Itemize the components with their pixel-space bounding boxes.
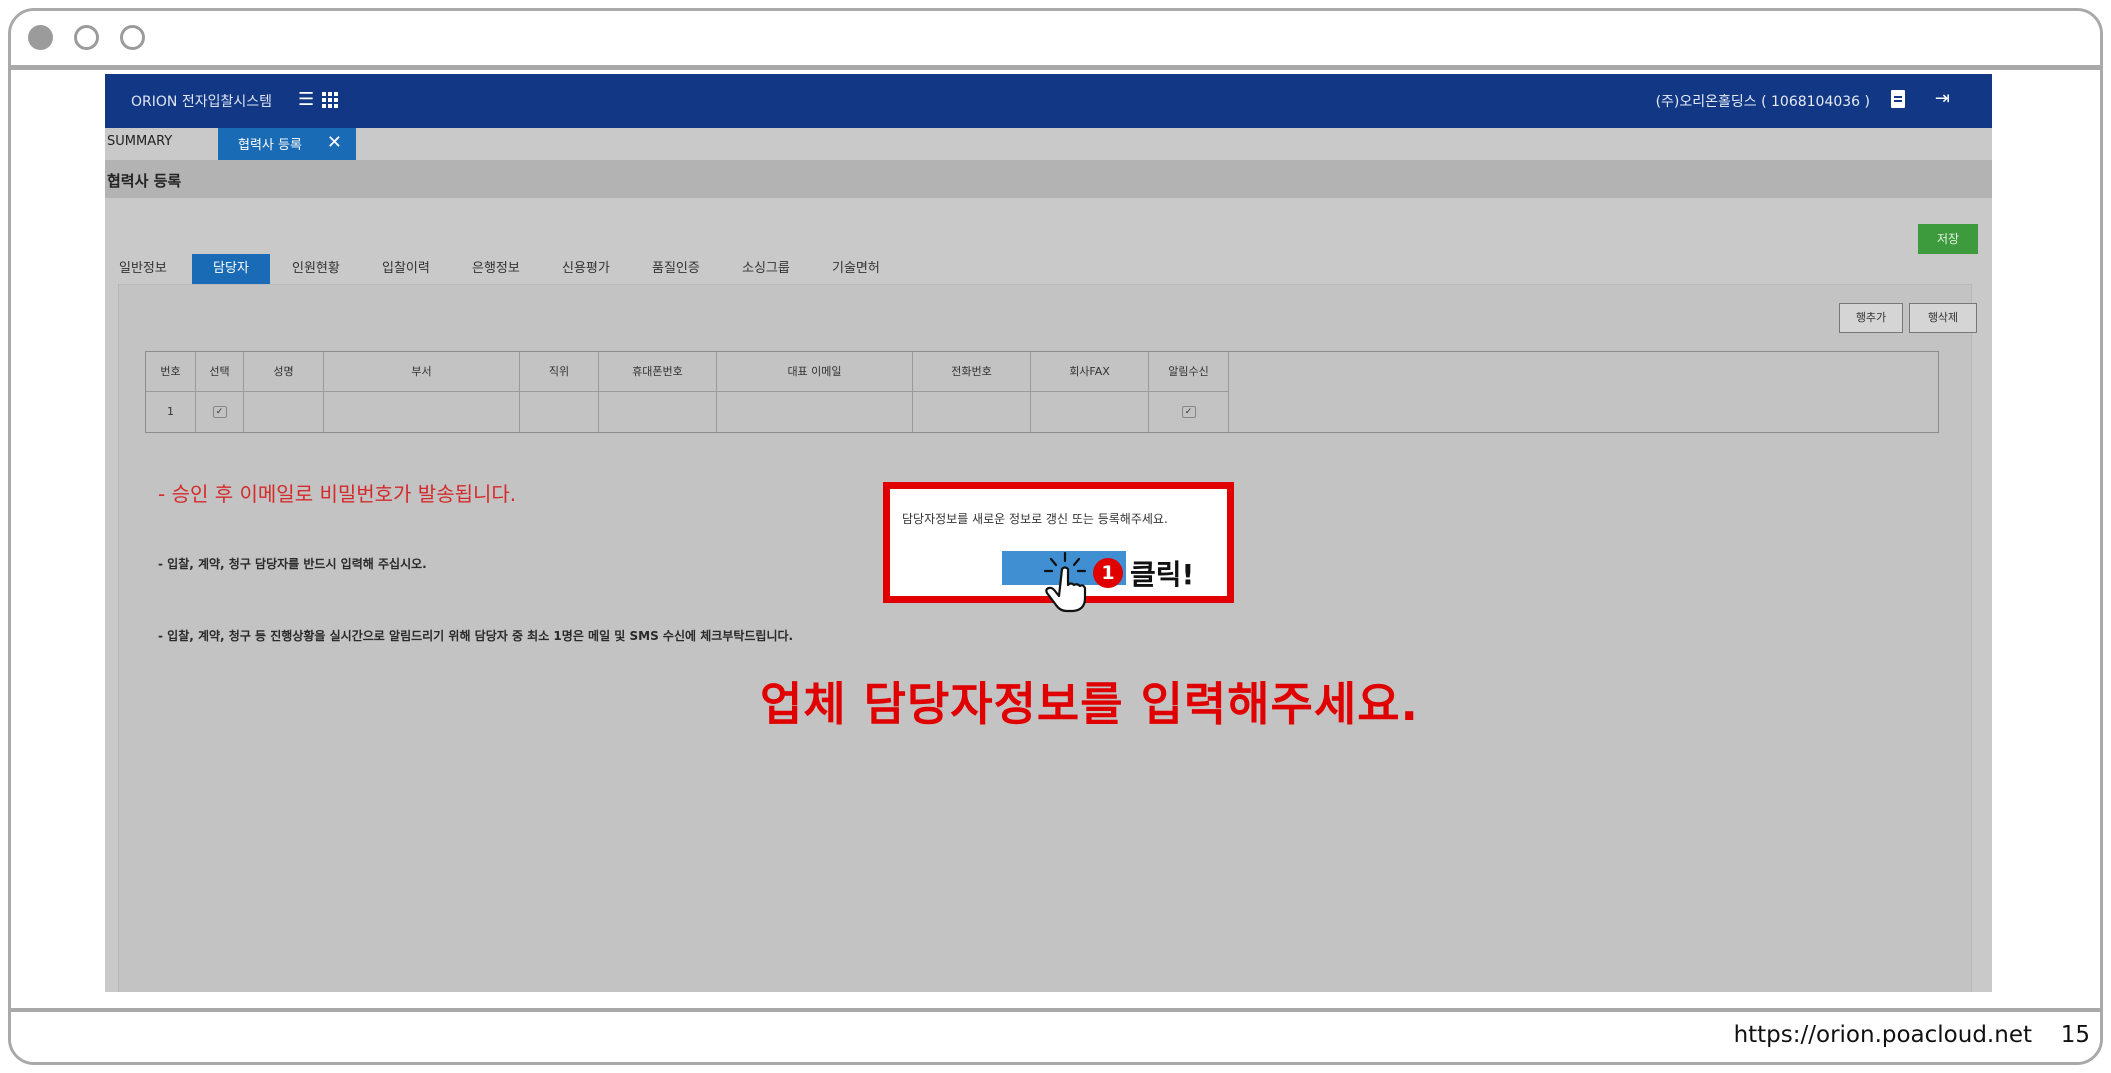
notify-checkbox[interactable]: ✓ <box>1149 392 1229 432</box>
window-close-dot-icon[interactable] <box>28 25 53 50</box>
instruction-heading: 업체 담당자정보를 입력해주세요. <box>760 677 1419 731</box>
contact-table: 번호 선택 성명 부서 직위 휴대폰번호 대표 이메일 전화번호 회사FAX 알… <box>145 351 1939 433</box>
fax-field[interactable] <box>1031 392 1149 432</box>
subtab-license[interactable]: 기술면허 <box>832 254 880 284</box>
subtab-quality[interactable]: 품질인증 <box>652 254 700 284</box>
col-header-phone: 전화번호 <box>913 352 1031 392</box>
col-header-no: 번호 <box>146 352 196 392</box>
notification-notice: - 입찰, 계약, 청구 등 진행상황을 실시간으로 알림드리기 위해 담당자 … <box>158 629 794 643</box>
subtab-credit[interactable]: 신용평가 <box>562 254 610 284</box>
page-number: 15 <box>2060 1022 2090 1048</box>
subtab-sourcing-group[interactable]: 소싱그룹 <box>742 254 790 284</box>
site-url: https://orion.poacloud.net <box>1733 1022 2032 1048</box>
document-icon[interactable] <box>1891 90 1905 108</box>
brand-title[interactable]: ORION 전자입찰시스템 <box>131 91 272 111</box>
close-icon[interactable]: ✕ <box>327 132 342 153</box>
col-header-mobile: 휴대폰번호 <box>599 352 717 392</box>
add-row-button[interactable]: 행추가 <box>1839 303 1903 333</box>
col-header-position: 직위 <box>520 352 599 392</box>
page-header: 협력사 등록 <box>105 160 1992 198</box>
grid-icon[interactable] <box>322 92 338 108</box>
row-number: 1 <box>146 392 196 432</box>
position-field[interactable] <box>520 392 599 432</box>
page-title: 협력사 등록 <box>107 172 182 190</box>
tab-summary[interactable]: SUMMARY <box>107 134 172 149</box>
col-header-fax: 회사FAX <box>1031 352 1149 392</box>
window-minimize-dot-icon[interactable] <box>74 25 99 50</box>
slide-footer: https://orion.poacloud.net 15 <box>11 1008 2100 1062</box>
delete-row-button[interactable]: 행삭제 <box>1909 303 1977 333</box>
hand-pointer-icon <box>1043 551 1087 613</box>
page-tabs: SUMMARY 협력사 등록 ✕ <box>105 128 1992 160</box>
phone-field[interactable] <box>913 392 1031 432</box>
mobile-field[interactable] <box>599 392 717 432</box>
check-icon[interactable]: ✓ <box>212 406 227 418</box>
window-titlebar <box>11 11 2100 70</box>
tab-label: 협력사 등록 <box>238 138 302 153</box>
contact-required-notice: - 입찰, 계약, 청구 담당자를 반드시 입력해 주십시오. <box>158 557 427 571</box>
menu-icon[interactable]: ☰ <box>298 91 314 109</box>
step-badge: 1 <box>1093 558 1123 588</box>
col-header-name: 성명 <box>244 352 324 392</box>
password-notice: - 승인 후 이메일로 비밀번호가 발송됩니다. <box>158 482 517 506</box>
email-field[interactable] <box>717 392 913 432</box>
name-field[interactable] <box>244 392 324 432</box>
company-name: (주)오리온홀딩스 ( 1068104036 ) <box>1655 94 1870 110</box>
subtab-general[interactable]: 일반정보 <box>119 254 167 284</box>
tab-partner-registration[interactable]: 협력사 등록 ✕ <box>218 128 356 160</box>
col-header-notify: 알림수신 <box>1149 352 1229 392</box>
subtab-bank[interactable]: 은행정보 <box>472 254 520 284</box>
subtab-contact[interactable]: 담당자 <box>192 254 270 284</box>
subtab-staff[interactable]: 인원현황 <box>292 254 340 284</box>
click-callout: 클릭! <box>1130 558 1195 591</box>
row-select-checkbox[interactable]: ✓ <box>196 392 244 432</box>
col-header-select: 선택 <box>196 352 244 392</box>
dept-field[interactable] <box>324 392 520 432</box>
save-button[interactable]: 저장 <box>1918 224 1978 254</box>
subtab-bid-history[interactable]: 입찰이력 <box>382 254 430 284</box>
col-header-dept: 부서 <box>324 352 520 392</box>
check-icon[interactable]: ✓ <box>1181 406 1196 418</box>
col-header-email: 대표 이메일 <box>717 352 913 392</box>
top-navbar: ORION 전자입찰시스템 ☰ (주)오리온홀딩스 ( 1068104036 )… <box>105 74 1992 128</box>
window-maximize-dot-icon[interactable] <box>120 25 145 50</box>
dialog-message: 담당자정보를 새로운 정보로 갱신 또는 등록해주세요. <box>902 512 1168 526</box>
logout-icon[interactable]: ⇥ <box>1935 90 1950 108</box>
